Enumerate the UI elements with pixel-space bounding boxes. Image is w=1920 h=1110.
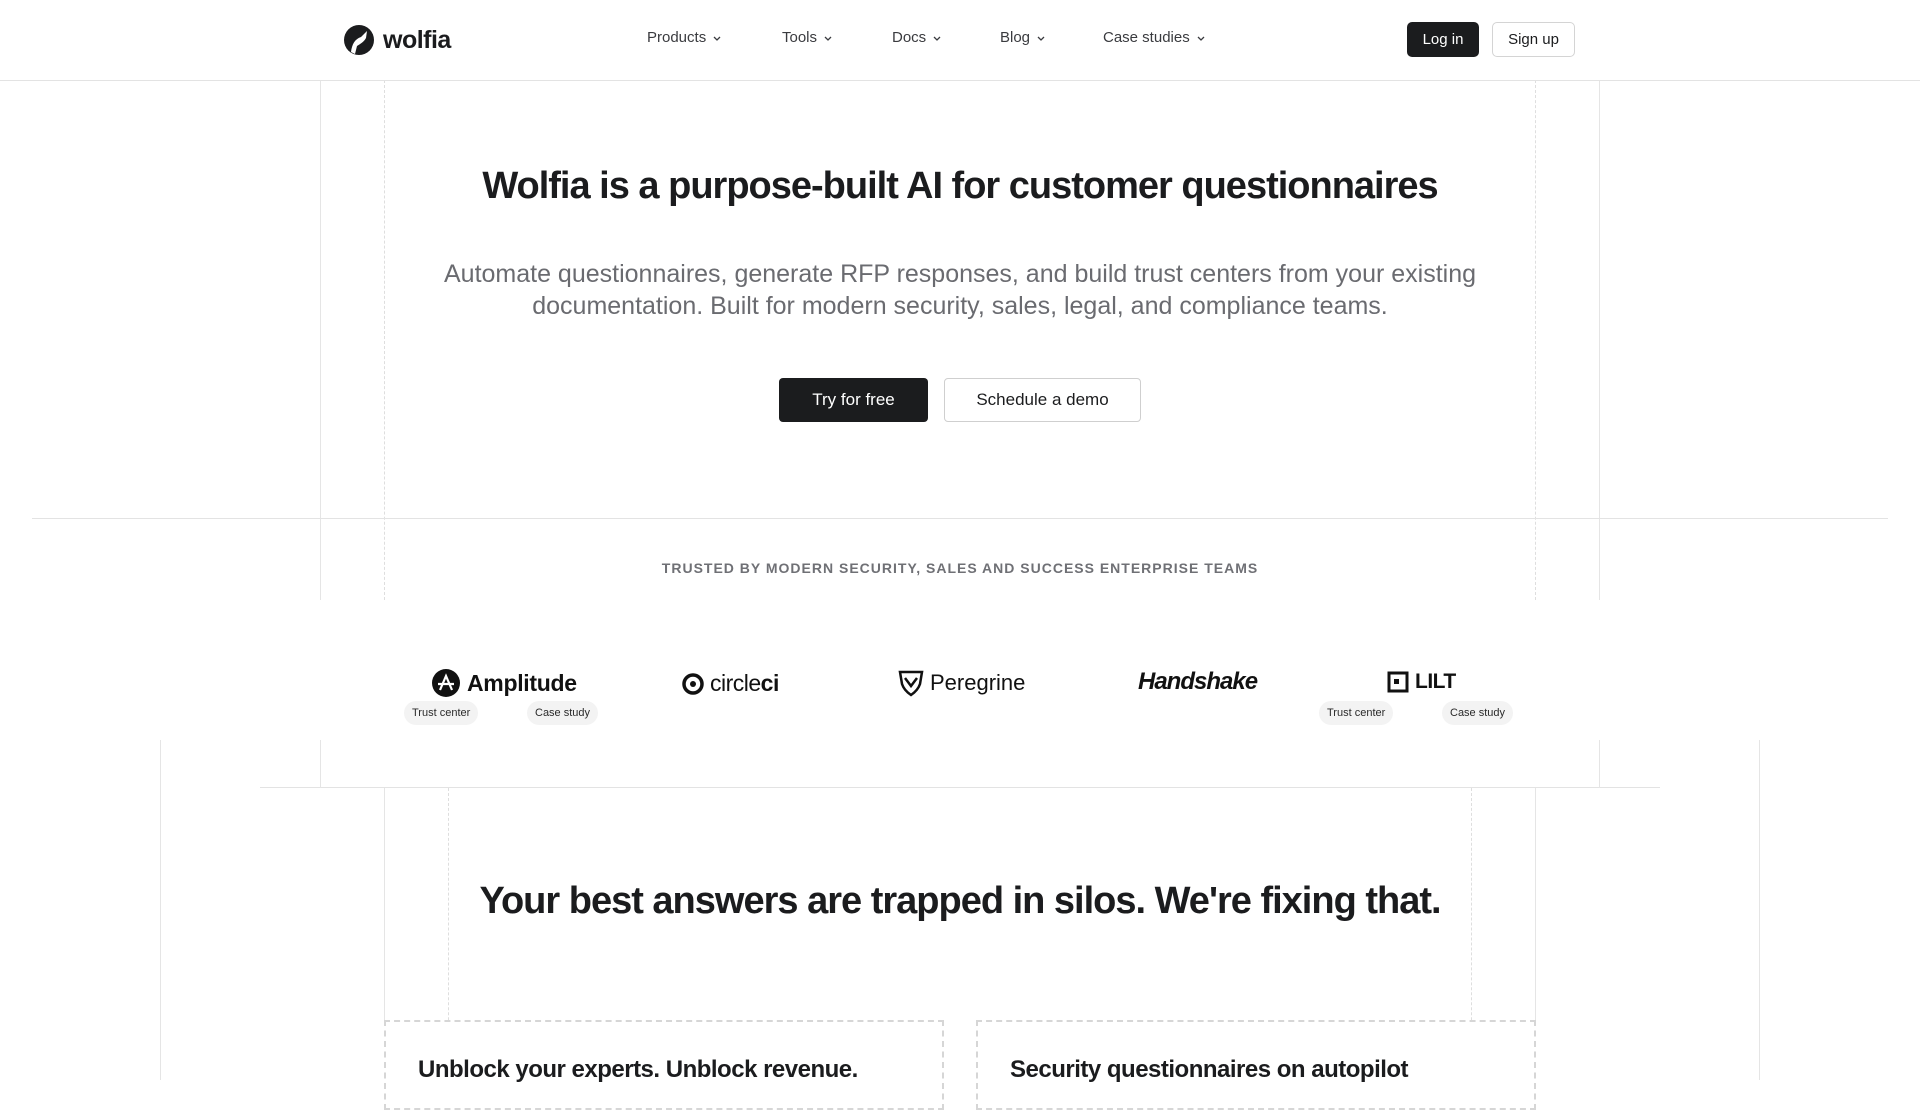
try-for-free-button[interactable]: Try for free [779, 378, 928, 422]
feature-card[interactable]: Security questionnaires on autopilot [976, 1020, 1536, 1110]
grid-line [260, 787, 1660, 788]
amplitude-trust-center-link[interactable]: Trust center [404, 701, 479, 725]
grid-line [320, 80, 321, 600]
chevron-down-icon [933, 36, 941, 41]
logo-text: wolfia [383, 25, 451, 54]
brand-handshake[interactable]: Handshake [1138, 668, 1258, 696]
hero-title: Wolfia is a purpose-built AI for custome… [482, 165, 1438, 207]
chevron-down-icon [824, 36, 832, 41]
grid-line [1599, 80, 1600, 600]
nav-label: Docs [892, 29, 927, 46]
chevron-down-icon [713, 36, 721, 41]
hero-subtitle: Automate questionnaires, generate RFP re… [420, 258, 1500, 322]
brand-circleci[interactable]: circleci [682, 670, 779, 697]
peregrine-shield-icon [898, 670, 924, 697]
schedule-demo-button[interactable]: Schedule a demo [944, 378, 1141, 422]
trusted-heading: TRUSTED BY MODERN SECURITY, SALES AND SU… [661, 560, 1259, 576]
nav-label: Blog [1000, 29, 1031, 46]
feature-card[interactable]: Unblock your experts. Unblock revenue. [384, 1020, 944, 1110]
nav-label: Tools [782, 29, 818, 46]
brand-name-suffix: ci [760, 670, 780, 696]
grid-line [384, 80, 385, 600]
nav-label: Case studies [1103, 29, 1190, 46]
hero-subtitle-line: Automate questionnaires, generate RFP re… [443, 260, 1477, 288]
customer-logos: Amplitude Trust center Case study circle… [300, 600, 1620, 740]
grid-line [160, 740, 161, 1080]
chevron-down-icon [1037, 36, 1045, 41]
amplitude-case-study-link[interactable]: Case study [527, 701, 599, 725]
grid-line [32, 518, 1888, 519]
grid-line [1535, 80, 1536, 600]
grid-line [320, 740, 321, 788]
logo[interactable]: wolfia [343, 22, 451, 58]
brand-lilt[interactable]: LILT [1387, 670, 1456, 694]
nav-products[interactable]: Products [647, 29, 722, 46]
silos-title: Your best answers are trapped in silos. … [479, 880, 1441, 922]
nav-tools[interactable]: Tools [782, 29, 833, 46]
hero-subtitle-line: documentation. Built for modern security… [532, 292, 1388, 320]
brand-name-prefix: circle [710, 670, 761, 696]
brand-name: Handshake [1138, 668, 1258, 695]
nav-case-studies[interactable]: Case studies [1103, 29, 1206, 46]
chevron-down-icon [1197, 36, 1205, 41]
brand-name: Amplitude [467, 669, 577, 696]
wolf-logo-icon [344, 25, 374, 55]
brand-name: Peregrine [930, 670, 1026, 695]
lilt-logo-icon [1387, 671, 1409, 693]
grid-line [1759, 740, 1760, 1080]
top-navbar: wolfia Products Tools Docs Blog Case stu… [0, 0, 1920, 81]
nav-label: Products [647, 29, 707, 46]
nav-docs[interactable]: Docs [892, 29, 942, 46]
brand-amplitude[interactable]: Amplitude [431, 668, 577, 698]
grid-line [1599, 740, 1600, 788]
amplitude-logo-icon [432, 669, 460, 697]
nav-blog[interactable]: Blog [1000, 29, 1046, 46]
brand-name: LILT [1415, 670, 1456, 693]
signup-button[interactable]: Sign up [1492, 22, 1575, 57]
brand-peregrine[interactable]: Peregrine [898, 669, 1025, 697]
login-button[interactable]: Log in [1407, 22, 1479, 57]
circleci-logo-icon [682, 672, 704, 695]
lilt-case-study-link[interactable]: Case study [1442, 701, 1514, 725]
lilt-trust-center-link[interactable]: Trust center [1319, 701, 1394, 725]
brand-name: circleci [710, 670, 779, 697]
